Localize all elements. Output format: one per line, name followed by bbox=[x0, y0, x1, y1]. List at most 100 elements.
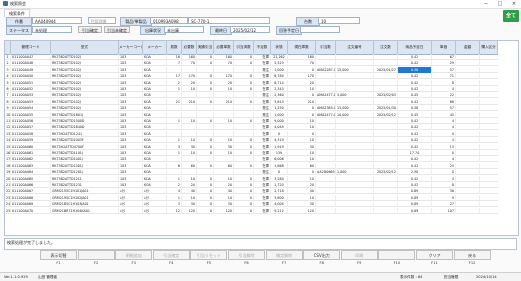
table-cell[interactable] bbox=[316, 137, 336, 144]
table-cell[interactable]: RK73B2ATTD102J bbox=[51, 105, 119, 112]
table-cell[interactable]: 103 bbox=[119, 156, 143, 163]
table-cell[interactable]: 011100A066 bbox=[11, 182, 51, 188]
table-cell[interactable] bbox=[456, 92, 480, 99]
table-cell[interactable]: RK73B2ATTD1231 bbox=[51, 182, 119, 188]
fkey-button-f3[interactable]: 明細追加 bbox=[115, 250, 153, 260]
table-cell[interactable]: 0.42 bbox=[398, 156, 432, 163]
table-cell[interactable]: 120 bbox=[182, 207, 197, 214]
table-cell[interactable]: 0 bbox=[197, 86, 214, 92]
table-cell[interactable]: 103 bbox=[119, 105, 143, 112]
table-cell[interactable]: RK73B2ATTD102J bbox=[51, 66, 119, 73]
table-cell[interactable] bbox=[456, 201, 480, 208]
table-cell[interactable]: 20 bbox=[182, 182, 197, 188]
table-cell[interactable]: 在庫 bbox=[254, 54, 271, 60]
table-cell[interactable]: 0.42 bbox=[398, 124, 432, 131]
table-cell[interactable] bbox=[336, 207, 374, 214]
table-cell[interactable]: RK73B2ATTD102J bbox=[51, 60, 119, 67]
table-cell[interactable]: 10 bbox=[182, 137, 197, 144]
table-cell[interactable] bbox=[374, 162, 398, 169]
table-row[interactable]: 7 011100A053 RK73B2ATTD102J 103 KOA 発注 2,360 0 A… bbox=[5, 92, 498, 99]
table-cell[interactable] bbox=[182, 111, 197, 118]
table-cell[interactable] bbox=[316, 73, 336, 80]
table-cell[interactable] bbox=[336, 137, 374, 144]
nouki-input[interactable] bbox=[300, 26, 340, 33]
table-cell[interactable]: RK73B2ATTD102J bbox=[51, 73, 119, 80]
table-cell[interactable]: 0 bbox=[197, 118, 214, 124]
table-cell[interactable]: KOA bbox=[143, 143, 167, 150]
table-cell[interactable]: 40 bbox=[214, 188, 234, 195]
table-cell[interactable]: 0 bbox=[197, 137, 214, 144]
table-cell[interactable]: 10 bbox=[288, 175, 316, 182]
table-cell[interactable]: 8 bbox=[432, 182, 456, 188]
hikiate-unconfirmed-checkbox[interactable]: 引当未確定 bbox=[104, 26, 130, 33]
table-cell[interactable]: 5,000 bbox=[336, 92, 374, 99]
table-cell[interactable] bbox=[456, 86, 480, 92]
table-cell[interactable]: 0.45 bbox=[398, 92, 432, 99]
table-row[interactable]: 3 011100A049 RK73B2ATTD102J 103 KOA 発注 1,000 0 A… bbox=[5, 66, 498, 73]
table-cell[interactable]: 4 bbox=[432, 156, 456, 163]
table-cell[interactable]: 10 bbox=[288, 194, 316, 201]
table-row[interactable]: 16 011100A061 RK73B2ATTD1101J 103 KOA 1 10 0 10 0… bbox=[5, 150, 498, 156]
table-cell[interactable]: 30 bbox=[214, 143, 234, 150]
table-cell[interactable]: ﾑﾗﾀ bbox=[119, 201, 143, 208]
table-cell[interactable] bbox=[374, 118, 398, 124]
table-cell[interactable]: 011100A057 bbox=[11, 124, 51, 131]
table-cell[interactable]: 在庫 bbox=[254, 175, 271, 182]
table-cell[interactable]: 0 bbox=[197, 207, 214, 214]
minimize-icon[interactable]: − bbox=[479, 0, 493, 8]
table-cell[interactable] bbox=[374, 182, 398, 188]
table-cell[interactable]: KOA bbox=[143, 118, 167, 124]
table-cell[interactable] bbox=[374, 130, 398, 137]
table-cell[interactable] bbox=[456, 66, 480, 73]
fkey-button-f4[interactable]: 引当確定 bbox=[152, 250, 190, 260]
table-row[interactable]: 20 011100A065 RK73B2ATTD1211 103 KOA 1 10 0 10 0 在… bbox=[5, 175, 498, 182]
table-cell[interactable]: 4 bbox=[432, 124, 456, 131]
table-cell[interactable] bbox=[336, 118, 374, 124]
table-cell[interactable]: 在庫 bbox=[254, 207, 271, 214]
table-cell[interactable]: 5,523 bbox=[271, 60, 288, 67]
fkey-button-f12[interactable]: 戻る bbox=[453, 250, 491, 260]
table-cell[interactable]: 0.42 bbox=[398, 143, 432, 150]
table-cell[interactable] bbox=[234, 130, 254, 137]
table-cell[interactable]: ﾑﾗﾀ bbox=[119, 194, 143, 201]
table-cell[interactable] bbox=[456, 98, 480, 105]
table-cell[interactable]: 40 bbox=[288, 188, 316, 195]
table-cell[interactable] bbox=[182, 156, 197, 163]
table-row[interactable]: 22 011100A067 GRM2195C1H101JA01 ﾑﾗﾀ ﾑﾗﾀ 4 40 0 4… bbox=[5, 188, 498, 195]
table-cell[interactable] bbox=[316, 54, 336, 60]
table-cell[interactable]: 0 bbox=[197, 73, 214, 80]
table-cell[interactable]: 0.42 bbox=[398, 79, 432, 86]
table-cell[interactable]: 4 bbox=[432, 86, 456, 92]
table-cell[interactable] bbox=[234, 156, 254, 163]
table-cell[interactable]: 0 bbox=[234, 98, 254, 105]
table-cell[interactable]: 0 bbox=[288, 111, 316, 118]
table-cell[interactable] bbox=[336, 98, 374, 105]
table-cell[interactable]: ﾑﾗﾀ bbox=[119, 207, 143, 214]
table-cell[interactable]: 6,784 bbox=[271, 73, 288, 80]
table-cell[interactable]: 103 bbox=[119, 169, 143, 176]
table-cell[interactable]: 2,360 bbox=[271, 92, 288, 99]
table-cell[interactable]: 0 bbox=[432, 169, 456, 176]
table-cell[interactable]: KOA bbox=[143, 169, 167, 176]
table-cell[interactable]: RK73B2ATTD1640D bbox=[51, 124, 119, 131]
table-cell[interactable]: 30 bbox=[182, 143, 197, 150]
table-cell[interactable] bbox=[167, 111, 182, 118]
table-cell[interactable] bbox=[374, 98, 398, 105]
table-cell[interactable]: 10 bbox=[182, 150, 197, 156]
table-cell[interactable]: RK73H2ATTD1241 bbox=[51, 130, 119, 137]
table-cell[interactable]: 0 bbox=[197, 143, 214, 150]
table-cell[interactable]: 011100A051 bbox=[11, 79, 51, 86]
table-cell[interactable]: 70 bbox=[214, 60, 234, 67]
table-cell[interactable]: 170 bbox=[214, 73, 234, 80]
table-cell[interactable]: 0.42 bbox=[398, 54, 432, 60]
table-cell[interactable]: 発注 bbox=[254, 105, 271, 112]
table-row[interactable]: 24 011100A069 GRM21B5C1H103JA01 ﾑﾗﾀ ﾑﾗﾀ 3 30 0 3… bbox=[5, 201, 498, 208]
table-cell[interactable]: 0 bbox=[197, 79, 214, 86]
table-cell[interactable] bbox=[234, 66, 254, 73]
table-cell[interactable]: 011100A058 bbox=[11, 130, 51, 137]
table-cell[interactable]: ﾑﾗﾀ bbox=[143, 188, 167, 195]
table-cell[interactable]: 10 bbox=[214, 150, 234, 156]
table-cell[interactable]: 0 bbox=[234, 175, 254, 182]
table-cell[interactable] bbox=[182, 130, 197, 137]
table-cell[interactable]: 10 bbox=[182, 118, 197, 124]
